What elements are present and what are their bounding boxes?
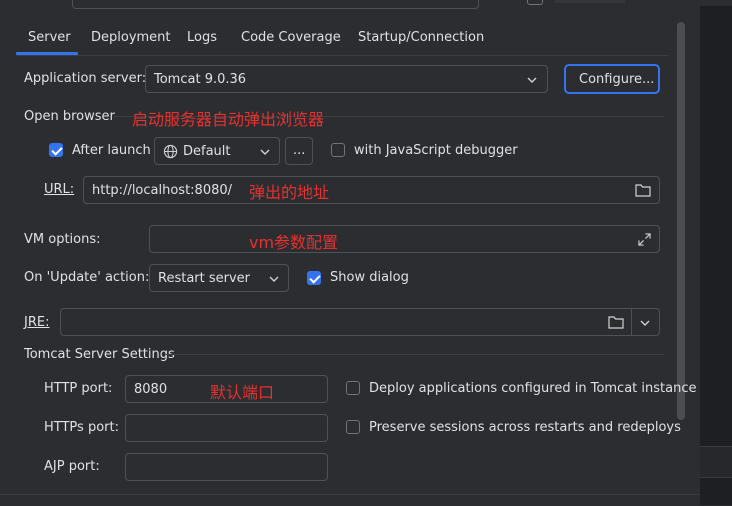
folder-icon[interactable]	[635, 183, 651, 197]
preserve-sessions-checkbox[interactable]	[346, 420, 360, 434]
top-field-fragment	[72, 0, 479, 9]
deploy-apps-checkbox[interactable]	[346, 381, 360, 395]
update-action-label: On 'Update' action:	[24, 270, 150, 285]
https-port-field[interactable]	[125, 414, 328, 442]
update-action-select[interactable]: Restart server	[149, 264, 289, 292]
application-server-select[interactable]: Tomcat 9.0.36	[145, 65, 548, 93]
top-label-fragment	[555, 0, 625, 3]
browser-select-value: Default	[183, 144, 231, 159]
open-browser-annotation: 启动服务器自动弹出浏览器	[132, 110, 325, 129]
browser-more-button[interactable]: ...	[285, 137, 313, 165]
vm-options-field[interactable]	[149, 225, 660, 253]
right-panel-top-block	[700, 0, 732, 6]
jre-label: JRE:	[24, 315, 50, 330]
url-field[interactable]: http://localhost:8080/	[83, 176, 660, 204]
application-server-label: Application server:	[24, 71, 147, 86]
jre-divider	[631, 309, 632, 335]
right-panel	[700, 0, 732, 505]
globe-icon	[163, 144, 178, 159]
deploy-apps-label: Deploy applications configured in Tomcat…	[369, 381, 697, 396]
http-port-label: HTTP port:	[44, 381, 113, 396]
application-server-value: Tomcat 9.0.36	[154, 72, 247, 87]
folder-icon[interactable]	[608, 315, 624, 329]
top-checkbox-fragment	[527, 0, 543, 5]
chevron-down-icon	[527, 77, 537, 83]
url-annotation: 弹出的地址	[249, 183, 330, 202]
update-action-value: Restart server	[158, 271, 251, 286]
tab-deployment[interactable]: Deployment	[91, 30, 171, 45]
tab-server[interactable]: Server	[28, 30, 71, 45]
http-port-annotation: 默认端口	[210, 383, 275, 402]
show-dialog-label: Show dialog	[330, 270, 409, 285]
chevron-down-icon	[269, 276, 279, 282]
url-value: http://localhost:8080/	[92, 183, 233, 198]
https-port-label: HTTPs port:	[44, 420, 119, 435]
tabs-divider	[16, 55, 668, 56]
browser-more-label: ...	[293, 143, 306, 158]
after-launch-checkbox[interactable]	[49, 143, 63, 157]
bottom-edge	[0, 494, 700, 506]
vm-options-annotation: vm参数配置	[249, 233, 339, 252]
chevron-down-icon[interactable]	[640, 318, 650, 328]
tab-code-coverage[interactable]: Code Coverage	[241, 30, 341, 45]
js-debugger-label: with JavaScript debugger	[354, 143, 518, 158]
after-launch-label: After launch	[72, 143, 151, 158]
preserve-sessions-label: Preserve sessions across restarts and re…	[369, 420, 681, 435]
ajp-port-label: AJP port:	[44, 459, 100, 474]
show-dialog-checkbox[interactable]	[307, 271, 321, 285]
configure-button-label: Configure...	[579, 72, 655, 87]
tomcat-settings-label: Tomcat Server Settings	[24, 347, 175, 362]
tab-startup-connection[interactable]: Startup/Connection	[358, 30, 484, 45]
tab-logs[interactable]: Logs	[187, 30, 217, 45]
browser-select[interactable]: Default	[154, 137, 280, 165]
scrollbar[interactable]	[677, 22, 685, 420]
http-port-value: 8080	[134, 382, 168, 397]
expand-icon[interactable]	[638, 233, 651, 246]
ajp-port-field[interactable]	[125, 453, 328, 481]
js-debugger-checkbox[interactable]	[331, 143, 345, 157]
chevron-down-icon	[260, 149, 270, 155]
jre-field[interactable]	[60, 308, 660, 336]
configure-button[interactable]: Configure...	[564, 64, 660, 94]
vm-options-label: VM options:	[24, 232, 101, 247]
open-browser-label: Open browser	[24, 109, 115, 124]
url-label: URL:	[44, 182, 75, 197]
right-panel-row	[700, 446, 732, 478]
tomcat-settings-divider	[166, 354, 664, 355]
